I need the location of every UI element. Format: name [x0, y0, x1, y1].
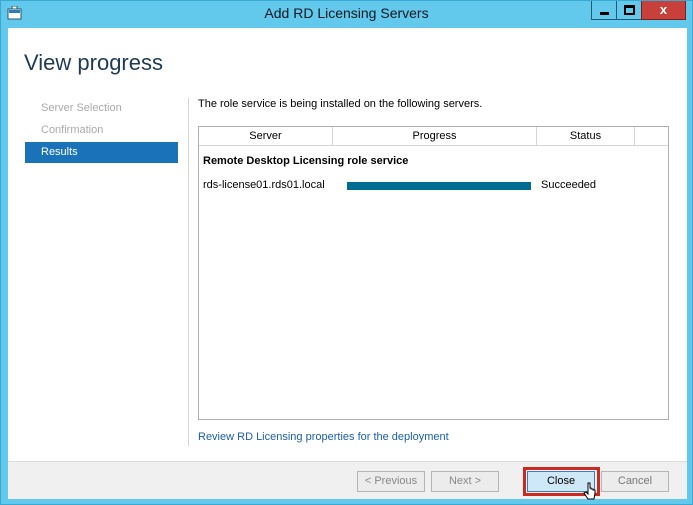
progress-bar-fill: [347, 182, 531, 190]
footer-bar: < Previous Next > Close Cancel: [8, 461, 687, 500]
cell-status: Succeeded: [541, 179, 597, 191]
previous-button[interactable]: < Previous: [357, 471, 425, 492]
progress-bar: [347, 182, 531, 190]
maximize-button[interactable]: [616, 1, 642, 20]
review-properties-link[interactable]: Review RD Licensing properties for the d…: [198, 431, 449, 443]
nav-item-server-selection: Server Selection: [41, 102, 122, 114]
next-button[interactable]: Next >: [431, 471, 499, 492]
maximize-icon: [624, 5, 635, 15]
dialog-window: Add RD Licensing Servers x View progress…: [0, 0, 693, 505]
column-header-server[interactable]: Server: [199, 127, 333, 145]
column-header-status[interactable]: Status: [537, 127, 635, 145]
minimize-button[interactable]: [591, 1, 617, 20]
column-header-empty: [635, 127, 668, 145]
table-header: Server Progress Status: [199, 127, 668, 146]
wizard-nav: Server Selection Confirmation Results: [25, 98, 178, 164]
nav-item-results[interactable]: Results: [25, 142, 178, 163]
intro-text: The role service is being installed on t…: [198, 98, 483, 110]
dialog-client: View progress Server Selection Confirmat…: [8, 28, 687, 500]
progress-table: Server Progress Status Remote Desktop Li…: [198, 126, 669, 420]
minimize-icon: [600, 12, 609, 15]
group-header: Remote Desktop Licensing role service: [203, 155, 409, 167]
title-bar[interactable]: Add RD Licensing Servers x: [1, 1, 692, 27]
window-controls: x: [591, 1, 686, 20]
close-window-button[interactable]: x: [641, 1, 686, 20]
nav-divider: [188, 98, 189, 446]
close-icon: x: [659, 2, 668, 17]
nav-item-confirmation: Confirmation: [41, 124, 104, 136]
window-title: Add RD Licensing Servers: [264, 5, 429, 21]
column-header-progress[interactable]: Progress: [333, 127, 537, 145]
cell-server: rds-license01.rds01.local: [203, 179, 325, 191]
table-row[interactable]: rds-license01.rds01.local Succeeded: [199, 176, 668, 198]
cancel-button[interactable]: Cancel: [601, 471, 669, 492]
mouse-cursor-icon: [583, 482, 596, 500]
page-title: View progress: [24, 50, 163, 75]
